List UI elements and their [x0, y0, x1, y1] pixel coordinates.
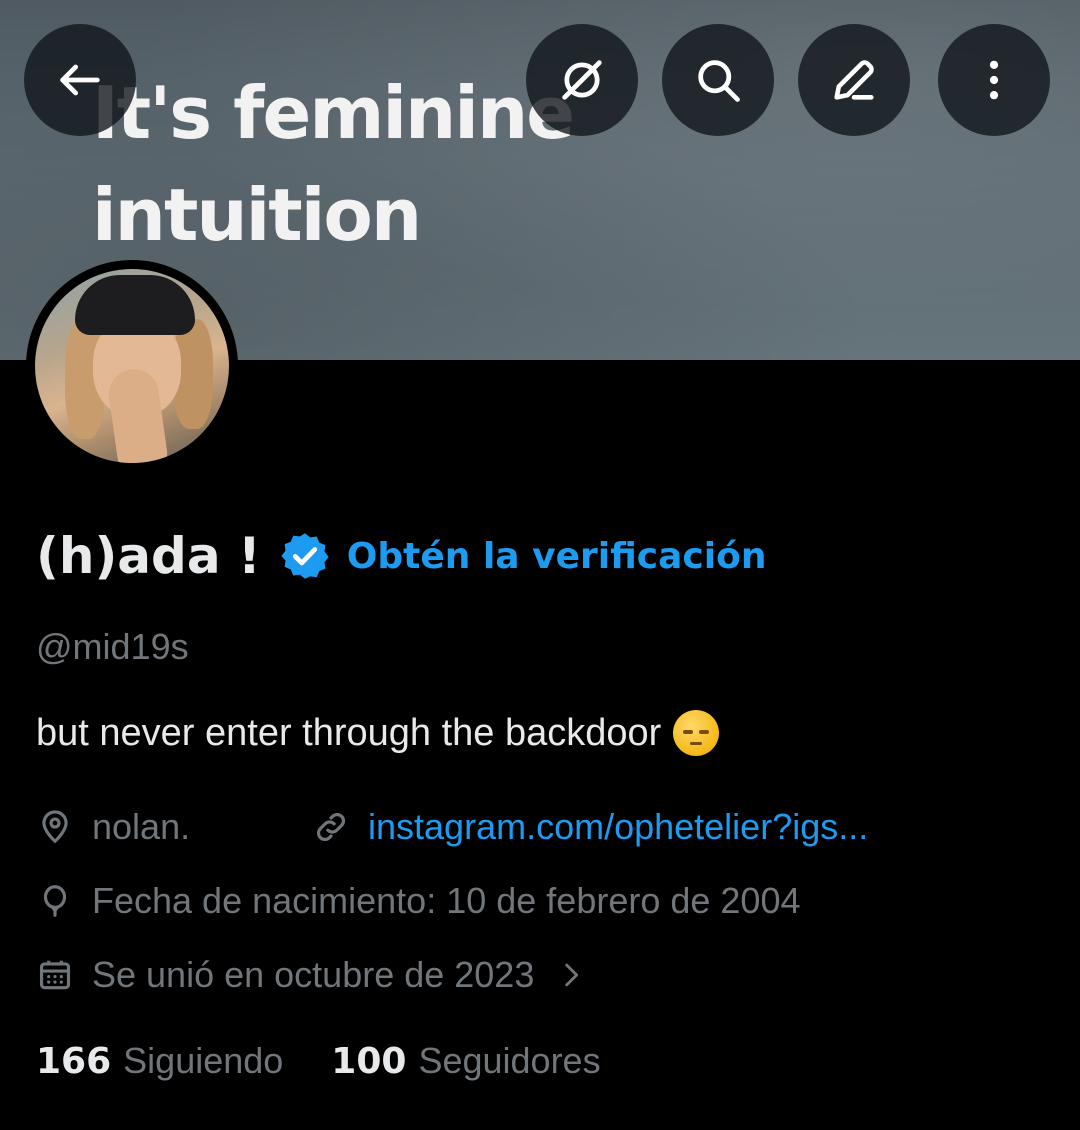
calendar-icon [39, 960, 71, 990]
followers-stat[interactable]: 100 Seguidores [331, 1040, 600, 1082]
name-row: (h)ada ! Obtén la verificación [36, 524, 766, 588]
birthday-text: Fecha de nacimiento: 10 de febrero de 20… [92, 880, 801, 921]
following-count: 166 [36, 1040, 112, 1082]
joined-row[interactable]: Se unió en octubre de 2023 [36, 954, 588, 996]
banner-line-2: intuition [92, 173, 422, 257]
birthday-row: Fecha de nacimiento: 10 de febrero de 20… [36, 880, 801, 922]
avatar[interactable] [26, 260, 238, 472]
more-vertical-icon [989, 60, 999, 100]
grok-button[interactable] [526, 24, 638, 136]
balloon-icon [43, 885, 67, 917]
grok-icon [562, 60, 602, 100]
chevron-right-icon [565, 963, 579, 987]
handle: @mid19s [36, 626, 189, 667]
arrow-left-icon [60, 64, 100, 96]
verified-badge-icon[interactable] [279, 530, 331, 582]
bio-text: but never enter through the backdoor [36, 711, 662, 754]
bio: but never enter through the backdoor [36, 710, 720, 756]
avatar-photo [35, 269, 229, 463]
location-text: nolan. [92, 806, 191, 847]
following-label: Siguiendo [123, 1040, 284, 1081]
follow-stats: 166 Siguiendo 100 Seguidores [36, 1040, 601, 1082]
edit-pencil-icon [834, 60, 874, 100]
link-icon [317, 813, 345, 841]
following-stat[interactable]: 166 Siguiendo [36, 1040, 283, 1082]
get-verified-link[interactable]: Obtén la verificación [347, 536, 767, 577]
edit-button[interactable] [798, 24, 910, 136]
back-button[interactable] [24, 24, 136, 136]
location-row: nolan. [36, 806, 190, 848]
location-pin-icon [42, 810, 68, 844]
website-link[interactable]: instagram.com/ophetelier?igs... [368, 806, 868, 848]
joined-text: Se unió en octubre de 2023 [92, 954, 535, 995]
search-icon [698, 60, 740, 102]
display-name: (h)ada ! [36, 527, 261, 585]
followers-label: Seguidores [418, 1040, 601, 1081]
search-button[interactable] [662, 24, 774, 136]
website-row[interactable]: instagram.com/ophetelier?igs... [312, 806, 868, 848]
followers-count: 100 [331, 1040, 407, 1082]
relieved-face-emoji [673, 710, 720, 756]
more-button[interactable] [938, 24, 1050, 136]
